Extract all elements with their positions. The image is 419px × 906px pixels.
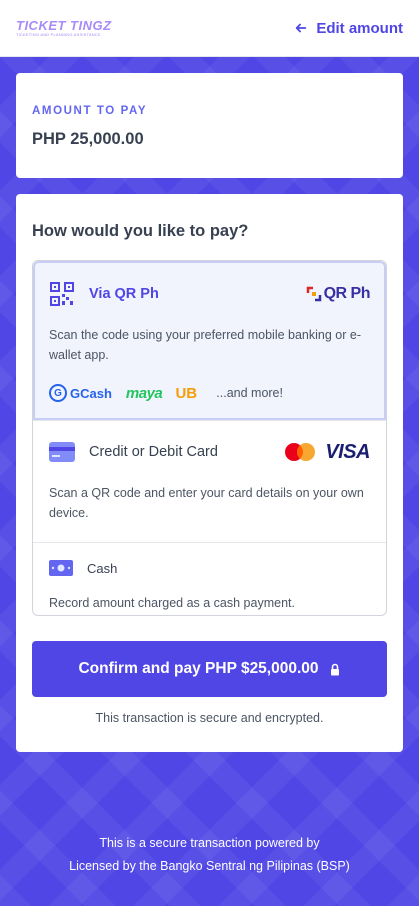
edit-amount-label: Edit amount: [316, 19, 403, 37]
maya-logo: maya: [125, 384, 163, 402]
brand-name: TICKET TINGZ: [16, 18, 112, 33]
gcash-label: GCash: [70, 385, 112, 401]
amount-value: PHP 25,000.00: [32, 130, 144, 148]
secure-note: This transaction is secure and encrypted…: [95, 711, 324, 725]
qr-option-name: Via QR Ph: [89, 286, 159, 302]
qr-option-description: Scan the code using your preferred mobil…: [49, 328, 361, 362]
payment-options: Via QR Ph QR Ph Scan the code using your…: [32, 260, 387, 616]
confirm-pay-label: Confirm and pay PHP $25,000.00: [78, 660, 319, 677]
payment-option-card[interactable]: Credit or Debit Card VISA Scan a QR code…: [33, 420, 386, 542]
gcash-logo: G GCash: [49, 384, 112, 402]
card-option-name: Credit or Debit Card: [89, 444, 218, 460]
credit-card-icon: [49, 442, 75, 462]
qrph-logo: QR Ph: [306, 285, 371, 303]
payment-title: How would you like to pay?: [32, 222, 249, 240]
card-option-description: Scan a QR code and enter your card detai…: [49, 486, 364, 520]
gcash-icon: G: [49, 384, 67, 402]
cash-option-description: Record amount charged as a cash payment.: [49, 596, 295, 610]
brand-tagline: TICKETING AND PLANNING ASSISTANCE: [16, 32, 101, 37]
confirm-pay-button[interactable]: Confirm and pay PHP $25,000.00: [32, 641, 387, 697]
card-brand-logos: VISA: [285, 441, 370, 464]
cash-option-title: Cash: [49, 560, 117, 576]
qr-code-icon: [50, 282, 74, 306]
brand-logo: TICKET TINGZ TICKETING AND PLANNING ASSI…: [16, 19, 112, 37]
cash-option-header: Cash: [49, 543, 370, 593]
lock-icon: [330, 663, 339, 675]
amount-label: AMOUNT TO PAY: [32, 105, 148, 117]
qr-option-header: Via QR Ph QR Ph: [49, 263, 371, 325]
amount-card: AMOUNT TO PAY PHP 25,000.00: [16, 73, 403, 178]
qr-option-title: Via QR Ph: [49, 281, 159, 307]
wallet-logos: G GCash maya UB ...and more!: [49, 383, 370, 403]
card-option-header: Credit or Debit Card VISA: [49, 421, 370, 483]
top-bar: TICKET TINGZ TICKETING AND PLANNING ASSI…: [0, 0, 419, 57]
visa-logo: VISA: [325, 440, 370, 463]
mastercard-icon: [285, 443, 316, 461]
card-option-title: Credit or Debit Card: [49, 442, 218, 462]
payment-option-qr[interactable]: Via QR Ph QR Ph Scan the code using your…: [33, 261, 386, 420]
footer-powered-by: This is a secure transaction powered by: [99, 836, 320, 850]
more-wallets-label: ...and more!: [216, 386, 283, 400]
payment-card: How would you like to pay? Via QR Ph QR …: [16, 194, 403, 752]
cash-option-name: Cash: [87, 560, 118, 576]
footer: This is a secure transaction powered by …: [0, 836, 419, 873]
arrow-left-icon: [296, 23, 307, 33]
payment-option-cash[interactable]: Cash Record amount charged as a cash pay…: [33, 542, 386, 615]
qrph-logo-text: QR Ph: [323, 285, 371, 302]
qrph-mark-icon: [306, 286, 321, 302]
edit-amount-link[interactable]: Edit amount: [294, 20, 403, 37]
cash-icon: [49, 560, 73, 576]
footer-license: Licensed by the Bangko Sentral ng Pilipi…: [69, 859, 350, 873]
unionbank-logo: UB: [175, 384, 198, 402]
